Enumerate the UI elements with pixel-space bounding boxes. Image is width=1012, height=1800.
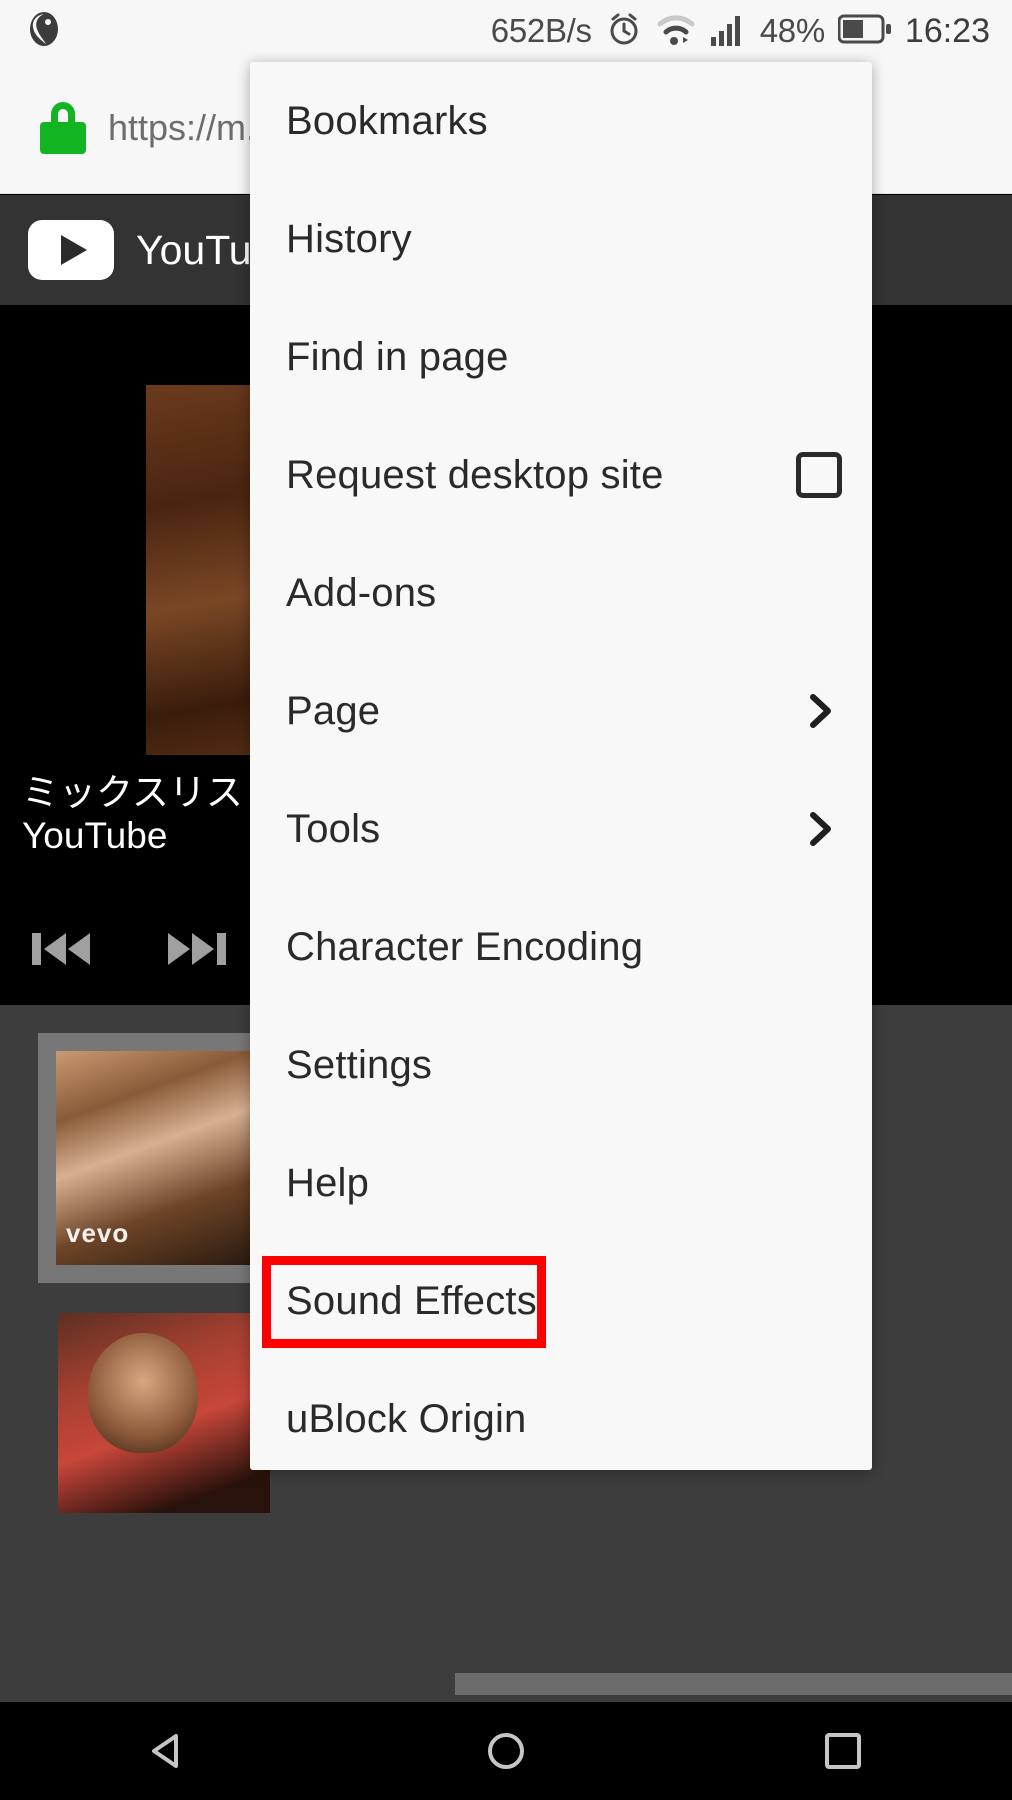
menu-item-accessory [798, 689, 842, 733]
youtube-logo-icon[interactable] [28, 220, 114, 280]
status-bar-left [0, 9, 64, 54]
url-text: https://m. [108, 106, 257, 148]
skip-next-icon[interactable] [164, 925, 228, 978]
network-speed: 652B/s [490, 12, 592, 49]
media-controls [30, 925, 228, 978]
menu-item-character-encoding[interactable]: Character Encoding [250, 888, 872, 1006]
vevo-badge: vevo [66, 1218, 130, 1248]
menu-item-label: uBlock Origin [286, 1396, 527, 1441]
menu-item-label: Settings [286, 1042, 433, 1087]
phone-screen: 652B/s 48% 16:23 https://m. YouTub ミックスリ… [0, 0, 1012, 1800]
browser-overflow-menu: Bookmarks History Find in page Request desk… [250, 62, 872, 1470]
list-item[interactable]: vevo [38, 1033, 270, 1283]
menu-item-label: Page [286, 688, 381, 733]
list-divider [455, 1673, 1012, 1695]
android-navigation-bar [0, 1702, 1012, 1800]
menu-item-label: Find in page [286, 334, 509, 379]
cellular-signal-icon [709, 11, 747, 52]
menu-item-label: Sound Effects [286, 1278, 537, 1323]
menu-item-bookmarks[interactable]: Bookmarks [250, 62, 872, 180]
menu-item-label: Request desktop site [286, 452, 664, 497]
menu-item-history[interactable]: History [250, 180, 872, 298]
video-thumbnail [88, 1333, 198, 1453]
alarm-clock-icon [605, 10, 643, 53]
firefox-icon [24, 9, 64, 54]
battery-percent: 48% [759, 12, 825, 49]
wifi-icon [656, 10, 696, 53]
chevron-right-icon [810, 694, 831, 728]
menu-item-label: Tools [286, 806, 381, 851]
list-item[interactable] [58, 1313, 270, 1513]
lock-icon [40, 101, 86, 154]
menu-item-accessory [798, 807, 842, 851]
battery-icon [837, 13, 892, 50]
menu-item-page[interactable]: Page [250, 652, 872, 770]
menu-item-settings[interactable]: Settings [250, 1006, 872, 1124]
menu-item-label: Add-ons [286, 570, 437, 615]
menu-item-label: Character Encoding [286, 924, 644, 969]
menu-item-help[interactable]: Help [250, 1124, 872, 1242]
menu-item-tools[interactable]: Tools [250, 770, 872, 888]
video-title: ミックスリスト [22, 772, 280, 813]
menu-item-label: History [286, 216, 412, 261]
status-bar: 652B/s 48% 16:23 [0, 0, 1012, 62]
menu-item-sound-effects[interactable]: Sound Effects [250, 1242, 872, 1360]
checkbox-unchecked-icon[interactable] [796, 452, 842, 498]
video-thumbnail: vevo [56, 1051, 252, 1265]
chevron-right-icon [810, 812, 831, 846]
recents-square-icon[interactable] [783, 1702, 903, 1800]
back-triangle-icon[interactable] [109, 1702, 229, 1800]
menu-item-request-desktop-site[interactable]: Request desktop site [250, 416, 872, 534]
menu-item-label: Help [286, 1160, 370, 1205]
status-bar-right: 652B/s 48% 16:23 [491, 10, 1012, 53]
clock-time: 16:23 [904, 11, 990, 50]
menu-item-add-ons[interactable]: Add-ons [250, 534, 872, 652]
menu-item-label: Bookmarks [286, 98, 488, 143]
home-circle-icon[interactable] [446, 1702, 566, 1800]
menu-item-accessory [796, 452, 842, 498]
skip-previous-icon[interactable] [30, 925, 94, 978]
menu-item-ublock-origin[interactable]: uBlock Origin [250, 1360, 872, 1470]
video-channel: YouTube [22, 815, 168, 856]
menu-item-find-in-page[interactable]: Find in page [250, 298, 872, 416]
